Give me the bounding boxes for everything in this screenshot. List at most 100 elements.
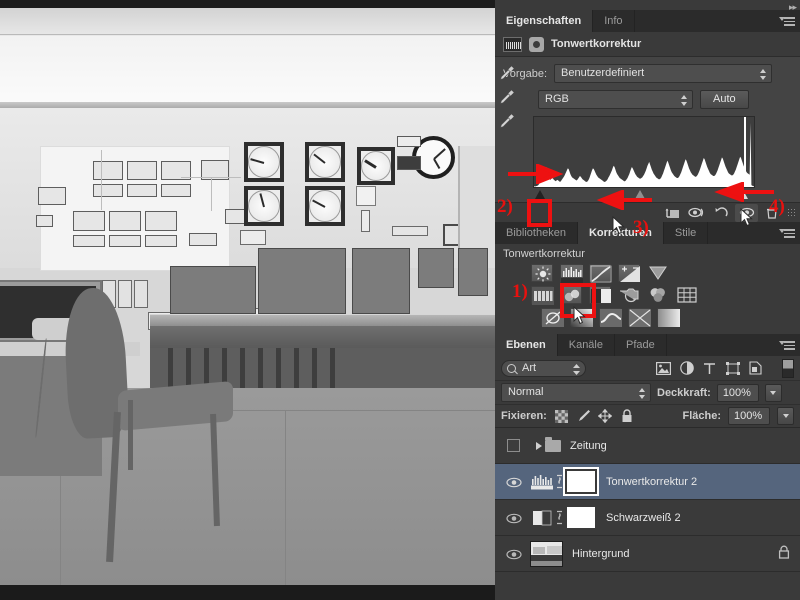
histogram-plot <box>534 117 754 187</box>
preview-toggle-icon[interactable] <box>685 204 708 222</box>
fill-dropdown-button[interactable] <box>777 407 794 425</box>
opacity-dropdown-button[interactable] <box>765 384 782 402</box>
visibility-eye-icon[interactable] <box>735 204 758 222</box>
lock-position-icon[interactable] <box>598 409 613 424</box>
link-mask-icon[interactable] <box>553 510 565 526</box>
opacity-label: Deckkraft: <box>657 387 711 399</box>
tab-bibliotheken[interactable]: Bibliotheken <box>495 222 578 244</box>
exposure-icon[interactable] <box>618 264 640 282</box>
filter-enable-toggle[interactable] <box>782 359 794 378</box>
panel-resize-grip[interactable] <box>787 208 797 218</box>
corrections-body: Tonwertkorrektur <box>495 244 800 334</box>
brightness-contrast-icon[interactable] <box>531 264 553 282</box>
fill-value[interactable]: 100% <box>728 407 770 425</box>
preset-select[interactable]: Benutzerdefiniert <box>554 64 772 83</box>
tab-pfade[interactable]: Pfade <box>615 334 667 356</box>
vibrance-icon[interactable] <box>647 264 669 282</box>
auto-button[interactable]: Auto <box>700 90 749 109</box>
tab-ebenen[interactable]: Ebenen <box>495 334 558 356</box>
layer-name: Tonwertkorrektur 2 <box>606 476 697 488</box>
channel-mixer-icon[interactable] <box>647 286 669 304</box>
lock-transparency-icon[interactable] <box>554 409 569 424</box>
tab-eigenschaften[interactable]: Eigenschaften <box>495 10 593 32</box>
levels-input-sliders[interactable] <box>533 188 755 202</box>
lock-label: Fixieren: <box>501 410 547 422</box>
midtone-input-slider[interactable] <box>635 190 645 199</box>
layer-name: Hintergrund <box>572 548 629 560</box>
clip-to-layer-icon[interactable] <box>660 204 683 222</box>
layer-name: Schwarzweiß 2 <box>606 512 681 524</box>
layer-visibility-toggle[interactable] <box>497 439 530 452</box>
layer-visibility-toggle[interactable] <box>497 549 530 559</box>
delete-trash-icon[interactable] <box>760 204 783 222</box>
hue-saturation-icon[interactable] <box>531 286 553 304</box>
color-balance-icon[interactable] <box>560 286 582 304</box>
layer-mask-thumbnail[interactable] <box>565 469 597 494</box>
corrections-panel-menu-icon[interactable] <box>779 227 795 238</box>
layer-filter-type-select[interactable]: Art <box>501 360 586 377</box>
document-image-control-room[interactable] <box>0 8 495 585</box>
black-input-slider[interactable] <box>535 190 545 199</box>
invert-icon[interactable] <box>541 308 563 326</box>
lock-pixels-icon[interactable] <box>576 409 591 424</box>
levels-icon[interactable] <box>530 471 553 492</box>
photo-instrument-rack <box>258 248 346 314</box>
tab-info[interactable]: Info <box>593 10 634 32</box>
posterize-icon[interactable] <box>570 308 592 326</box>
clip-to-layer-icon[interactable] <box>529 37 544 52</box>
color-lookup-icon[interactable] <box>676 286 698 304</box>
black-point-eyedropper-icon[interactable] <box>497 63 517 83</box>
layers-tabstrip: Ebenen Kanäle Pfade <box>495 334 800 356</box>
fill-label: Fläche: <box>682 410 721 422</box>
preset-value: Benutzerdefiniert <box>561 67 644 79</box>
chevron-updown-icon <box>681 95 688 106</box>
layer-mask-thumbnail[interactable] <box>565 505 597 530</box>
shape-layer-filter-icon[interactable] <box>724 361 741 376</box>
channel-select[interactable]: RGB <box>538 90 693 109</box>
photo-instrument-rack <box>170 266 256 314</box>
lock-bar: Fixieren: Fläche: 100% <box>495 405 800 428</box>
white-input-slider[interactable] <box>738 190 748 199</box>
black-white-icon[interactable] <box>589 286 611 304</box>
blend-mode-select[interactable]: Normal <box>501 383 651 402</box>
channel-row: RGB Auto <box>503 90 792 109</box>
layer-row-hintergrund[interactable]: Hintergrund <box>495 536 800 572</box>
threshold-icon[interactable] <box>599 308 621 326</box>
layer-visibility-toggle[interactable] <box>497 513 530 523</box>
gradient-map-icon[interactable] <box>628 308 650 326</box>
white-point-eyedropper-icon[interactable] <box>497 111 517 131</box>
curves-icon[interactable] <box>589 264 611 282</box>
adjustment-layer-filter-icon[interactable] <box>678 361 695 376</box>
photo-filter-icon[interactable] <box>618 286 640 304</box>
link-mask-icon[interactable] <box>553 474 565 490</box>
lock-all-icon[interactable] <box>620 409 635 424</box>
type-layer-filter-icon[interactable] <box>701 361 718 376</box>
layer-visibility-toggle[interactable] <box>497 477 530 487</box>
reset-icon[interactable] <box>710 204 733 222</box>
layers-panel-menu-icon[interactable] <box>779 339 795 350</box>
layer-row-tonwertkorrektur-2[interactable]: Tonwertkorrektur 2 <box>495 464 800 500</box>
layer-row-schwarzweiss-2[interactable]: Schwarzweiß 2 <box>495 500 800 536</box>
tab-stile[interactable]: Stile <box>664 222 708 244</box>
layer-row-zeitung[interactable]: Zeitung <box>495 428 800 464</box>
properties-footer <box>495 202 800 222</box>
gray-point-eyedropper-icon[interactable] <box>497 87 517 107</box>
levels-icon[interactable] <box>560 264 582 282</box>
layer-filter-value: Art <box>522 362 536 374</box>
search-icon <box>507 364 516 373</box>
black-white-icon[interactable] <box>530 507 553 528</box>
canvas-area[interactable] <box>0 0 495 600</box>
selective-color-icon[interactable] <box>657 308 679 326</box>
layer-thumbnail[interactable] <box>530 541 563 567</box>
properties-panel-menu-icon[interactable] <box>779 15 795 26</box>
corrections-tabstrip: Bibliotheken Korrekturen Stile <box>495 222 800 244</box>
layer-filter-bar: Art <box>495 356 800 381</box>
smart-object-filter-icon[interactable] <box>747 361 764 376</box>
pixel-layer-filter-icon[interactable] <box>655 361 672 376</box>
tab-kanaele[interactable]: Kanäle <box>558 334 615 356</box>
tab-korrekturen[interactable]: Korrekturen <box>578 222 664 244</box>
opacity-value[interactable]: 100% <box>717 384 759 402</box>
levels-histogram[interactable] <box>533 116 755 188</box>
group-disclosure-triangle-icon[interactable] <box>536 442 542 450</box>
photo-instrument-rack <box>352 248 410 314</box>
